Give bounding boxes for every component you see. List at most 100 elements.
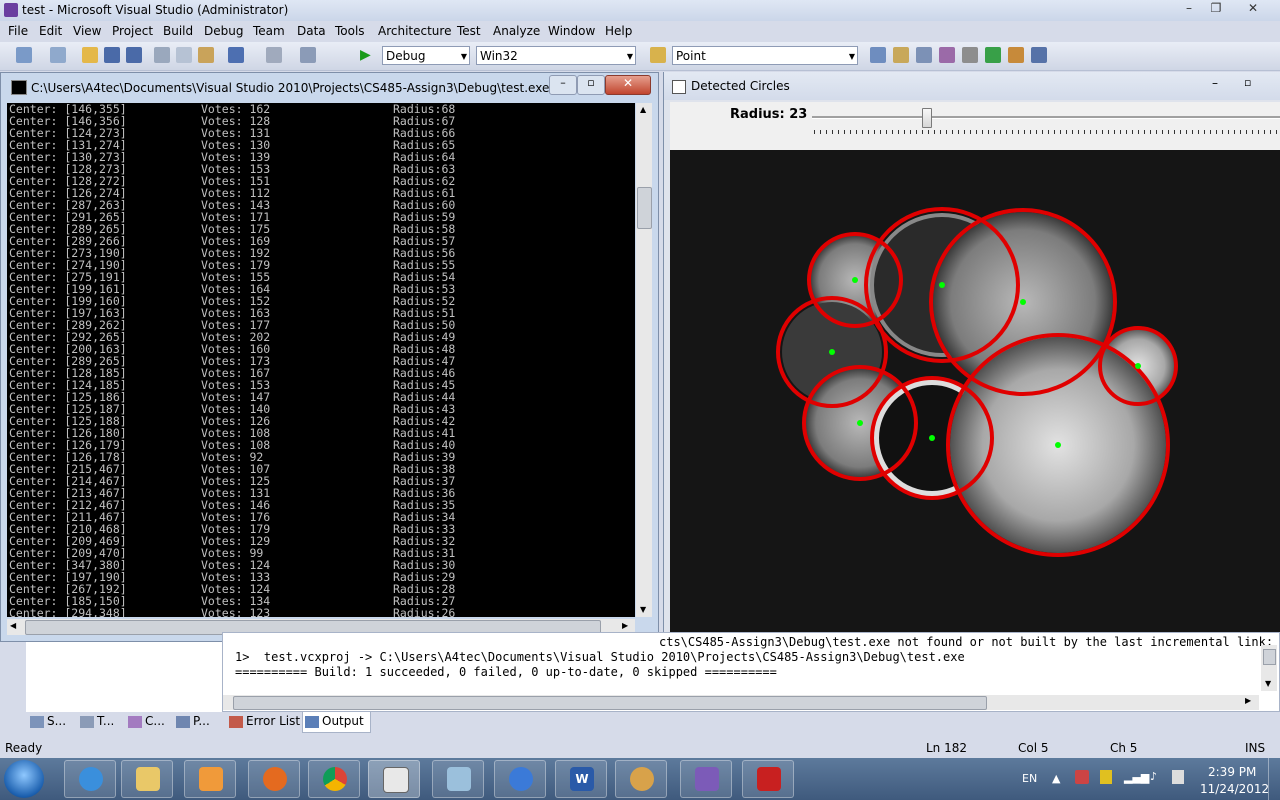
save-all-icon[interactable] xyxy=(126,47,142,63)
taskbar-itunes[interactable] xyxy=(494,760,546,798)
show-hidden-icons[interactable]: ▲ xyxy=(1052,772,1060,785)
redo-icon[interactable] xyxy=(266,47,282,63)
platform-combo[interactable]: Win32 ▼ xyxy=(476,46,636,65)
cut-icon[interactable] xyxy=(154,47,170,63)
menu-architecture[interactable]: Architecture xyxy=(378,24,451,38)
menu-team[interactable]: Team xyxy=(253,24,285,38)
console-output[interactable]: Center: [146,355] Votes: 162 Radius:68 Cent… xyxy=(7,103,635,617)
menu-build[interactable]: Build xyxy=(163,24,193,38)
taskbar-paint[interactable] xyxy=(615,760,667,798)
tab-solution-explorer[interactable]: S... xyxy=(30,712,66,732)
open-file-icon[interactable] xyxy=(82,47,98,63)
save-icon[interactable] xyxy=(104,47,120,63)
find-in-files-icon[interactable] xyxy=(650,47,666,63)
app-icon xyxy=(447,767,471,791)
console-close-button[interactable]: ✕ xyxy=(605,75,651,95)
toolbox-icon[interactable] xyxy=(939,47,955,63)
status-line: Ln 182 xyxy=(926,741,968,755)
scroll-left-arrow[interactable]: ◀ xyxy=(10,621,16,630)
taskbar-file-explorer[interactable] xyxy=(121,760,173,798)
console-maximize-button[interactable]: ▫ xyxy=(577,75,605,95)
paste-icon[interactable] xyxy=(198,47,214,63)
tab-error-list[interactable]: Error List xyxy=(229,712,300,732)
output-vertical-scrollbar[interactable]: ▼ xyxy=(1261,645,1277,691)
config-combo[interactable]: Debug ▼ xyxy=(382,46,470,65)
radius-slider-track[interactable] xyxy=(812,116,1280,119)
tab-label: C... xyxy=(145,714,165,728)
close-button[interactable]: ✕ xyxy=(1240,0,1266,18)
new-project-icon[interactable] xyxy=(16,47,32,63)
menu-window[interactable]: Window xyxy=(548,24,595,38)
output-horizontal-scrollbar[interactable]: ▶ xyxy=(223,695,1259,710)
clock-time[interactable]: 2:39 PM xyxy=(1208,765,1256,779)
menu-help[interactable]: Help xyxy=(605,24,632,38)
find-combo[interactable]: Point ▼ xyxy=(672,46,858,65)
taskbar-visual-studio-app[interactable] xyxy=(432,760,484,798)
start-debugging-icon[interactable]: ▶ xyxy=(360,47,376,63)
minimize-button[interactable]: – xyxy=(1176,0,1202,18)
power-icon[interactable] xyxy=(1172,770,1184,784)
extension-icon[interactable] xyxy=(1008,47,1024,63)
detected-circles-image[interactable] xyxy=(670,150,1280,632)
scrollbar-thumb[interactable] xyxy=(637,187,652,229)
taskbar-firefox[interactable] xyxy=(248,760,300,798)
taskbar-internet-explorer[interactable] xyxy=(64,760,116,798)
scrollbar-thumb[interactable] xyxy=(1263,649,1276,665)
start-page-icon[interactable] xyxy=(985,47,1001,63)
status-bar: Ready Ln 182 Col 5 Ch 5 INS xyxy=(0,738,1280,758)
error-list-icon xyxy=(229,715,243,728)
taskbar-acrobat[interactable] xyxy=(742,760,794,798)
object-browser-icon[interactable] xyxy=(916,47,932,63)
firefox-icon xyxy=(263,767,287,791)
scroll-right-arrow[interactable]: ▶ xyxy=(622,621,628,630)
tab-property-manager[interactable]: P... xyxy=(176,712,210,732)
start-button[interactable] xyxy=(4,760,44,798)
scroll-up-arrow[interactable]: ▲ xyxy=(640,105,646,114)
menu-view[interactable]: View xyxy=(73,24,101,38)
volume-icon[interactable]: ♪ xyxy=(1150,770,1157,783)
menu-analyze[interactable]: Analyze xyxy=(493,24,540,38)
menu-file[interactable]: File xyxy=(8,24,28,38)
properties-icon[interactable] xyxy=(893,47,909,63)
maximize-button[interactable]: ❐ xyxy=(1203,0,1229,18)
center-value: Center: [294,348] xyxy=(9,606,127,617)
tab-output[interactable]: Output xyxy=(302,712,371,733)
clock-date[interactable]: 11/24/2012 xyxy=(1200,782,1269,796)
command-window-icon[interactable] xyxy=(1031,47,1047,63)
scrollbar-thumb[interactable] xyxy=(233,696,987,710)
status-column: Col 5 xyxy=(1018,741,1049,755)
console-minimize-button[interactable]: – xyxy=(549,75,577,95)
output-panel[interactable]: cts\CS485-Assign3\Debug\test.exe not fou… xyxy=(222,632,1280,712)
scroll-down-arrow[interactable]: ▼ xyxy=(1265,679,1271,688)
copy-icon[interactable] xyxy=(176,47,192,63)
taskbar-console[interactable] xyxy=(368,760,420,798)
undo-icon[interactable] xyxy=(228,47,244,63)
menu-tools[interactable]: Tools xyxy=(335,24,365,38)
menu-edit[interactable]: Edit xyxy=(39,24,62,38)
tab-class-view[interactable]: C... xyxy=(128,712,165,732)
menu-debug[interactable]: Debug xyxy=(204,24,243,38)
menu-data[interactable]: Data xyxy=(297,24,326,38)
security-icon[interactable] xyxy=(1100,770,1112,784)
taskbar-media-player[interactable] xyxy=(184,760,236,798)
scroll-down-arrow[interactable]: ▼ xyxy=(640,605,646,614)
language-indicator[interactable]: EN xyxy=(1022,772,1037,785)
signal-icon[interactable]: ▂▄▆ xyxy=(1124,771,1149,784)
show-desktop-button[interactable] xyxy=(1268,758,1280,800)
scroll-right-arrow[interactable]: ▶ xyxy=(1245,696,1251,705)
radius-slider-thumb[interactable] xyxy=(922,108,932,128)
navigate-icon[interactable] xyxy=(300,47,316,63)
taskbar-chrome[interactable] xyxy=(308,760,360,798)
network-icon[interactable] xyxy=(1075,770,1089,784)
tools-icon[interactable] xyxy=(962,47,978,63)
detected-minimize-button[interactable]: – xyxy=(1212,76,1218,90)
add-item-icon[interactable] xyxy=(50,47,66,63)
menu-test[interactable]: Test xyxy=(457,24,481,38)
detected-maximize-button[interactable]: ▫ xyxy=(1244,76,1251,89)
solution-explorer-icon[interactable] xyxy=(870,47,886,63)
tab-team-explorer[interactable]: T... xyxy=(80,712,114,732)
taskbar-word[interactable]: W xyxy=(555,760,607,798)
taskbar-visual-studio[interactable] xyxy=(680,760,732,798)
console-vertical-scrollbar[interactable]: ▲ ▼ xyxy=(636,103,652,617)
menu-project[interactable]: Project xyxy=(112,24,153,38)
